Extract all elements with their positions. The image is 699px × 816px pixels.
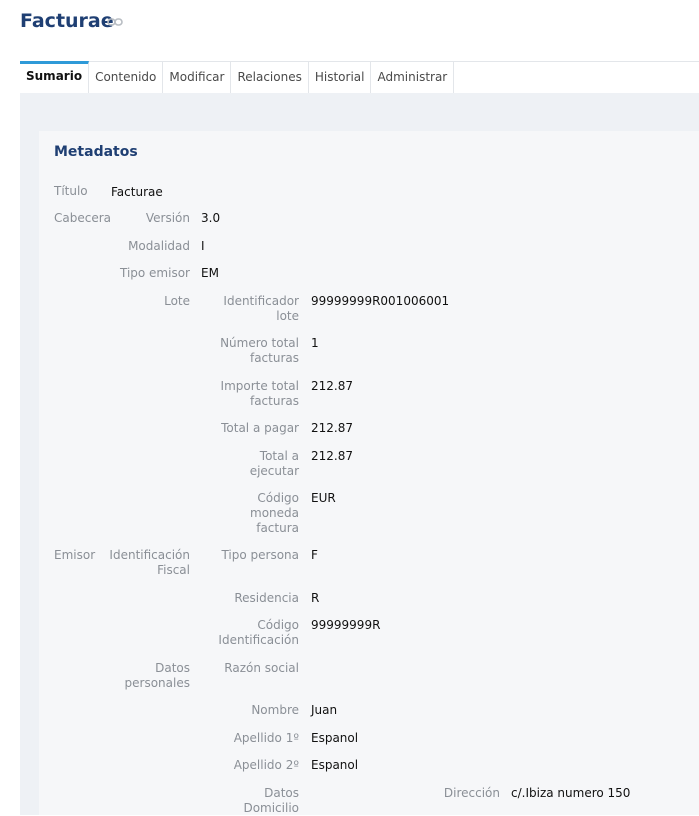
field-value-apellido2: Espanol bbox=[311, 758, 359, 772]
group-label-emisor: Emisor bbox=[54, 548, 96, 562]
field-label-tipo-emisor: Tipo emisor bbox=[119, 266, 190, 280]
field-label-codigo-identificacion: Código Identificación bbox=[218, 618, 299, 647]
field-value-residencia: R bbox=[311, 591, 320, 605]
group-label-datos-personales: Datos personales bbox=[124, 661, 190, 690]
field-value-codigo-identificacion: 99999999R bbox=[311, 618, 381, 632]
tab-sumario[interactable]: Sumario bbox=[20, 61, 90, 93]
field-label-modalidad: Modalidad bbox=[128, 239, 190, 253]
field-label-apellido1: Apellido 1º bbox=[233, 731, 299, 745]
field-label-titulo: Título bbox=[54, 184, 88, 198]
tab-historial[interactable]: Historial bbox=[309, 62, 372, 93]
group-label-identificacion-fiscal: Identificación Fiscal bbox=[109, 548, 190, 577]
field-label-nombre: Nombre bbox=[251, 703, 299, 717]
field-value-nombre: Juan bbox=[311, 703, 338, 717]
tab-relaciones[interactable]: Relaciones bbox=[231, 62, 309, 93]
field-value-total-pagar: 212.87 bbox=[311, 421, 353, 435]
tab-modificar[interactable]: Modificar bbox=[163, 62, 232, 93]
field-label-version: Versión bbox=[145, 211, 190, 225]
field-value-tipo-persona: F bbox=[311, 548, 318, 562]
field-label-direccion: Dirección bbox=[443, 786, 500, 800]
field-value-version: 3.0 bbox=[201, 211, 221, 225]
field-value-codigo-moneda: EUR bbox=[311, 491, 336, 505]
field-label-numero-total: Número total facturas bbox=[220, 336, 299, 365]
field-value-direccion: c/.Ibiza numero 150 bbox=[511, 786, 631, 800]
field-label-identificador-lote: Identificador lote bbox=[223, 294, 299, 323]
field-label-total-pagar: Total a pagar bbox=[221, 421, 299, 435]
field-label-codigo-moneda: Código moneda factura bbox=[250, 491, 299, 535]
field-value-modalidad: I bbox=[201, 239, 205, 253]
field-value-tipo-emisor: EM bbox=[201, 266, 219, 280]
field-value-titulo: Facturae bbox=[111, 185, 163, 199]
field-value-identificador-lote: 99999999R001006001 bbox=[311, 294, 450, 308]
link-icon[interactable] bbox=[107, 17, 123, 27]
group-label-datos-domicilio: Datos Domicilio bbox=[243, 786, 299, 815]
page-title: Facturae bbox=[20, 10, 114, 32]
field-label-razon-social: Razón social bbox=[224, 661, 299, 675]
field-label-tipo-persona: Tipo persona bbox=[221, 548, 299, 562]
field-label-residencia: Residencia bbox=[234, 591, 299, 605]
group-label-lote: Lote bbox=[164, 294, 190, 308]
group-label-cabecera: Cabecera bbox=[54, 211, 111, 225]
field-label-apellido2: Apellido 2º bbox=[233, 758, 299, 772]
tab-contenido[interactable]: Contenido bbox=[89, 62, 164, 93]
field-value-importe-total: 212.87 bbox=[311, 379, 353, 393]
field-label-total-ejecutar: Total a ejecutar bbox=[249, 449, 299, 478]
field-label-importe-total: Importe total facturas bbox=[220, 379, 299, 408]
section-title: Metadatos bbox=[54, 144, 138, 160]
field-value-apellido1: Espanol bbox=[311, 731, 359, 745]
field-value-total-ejecutar: 212.87 bbox=[311, 449, 353, 463]
field-value-numero-total: 1 bbox=[311, 336, 319, 350]
metadata-card bbox=[39, 131, 699, 815]
tab-administrar[interactable]: Administrar bbox=[371, 62, 455, 93]
tab-bar: Sumario Contenido Modificar Relaciones H… bbox=[20, 61, 699, 94]
